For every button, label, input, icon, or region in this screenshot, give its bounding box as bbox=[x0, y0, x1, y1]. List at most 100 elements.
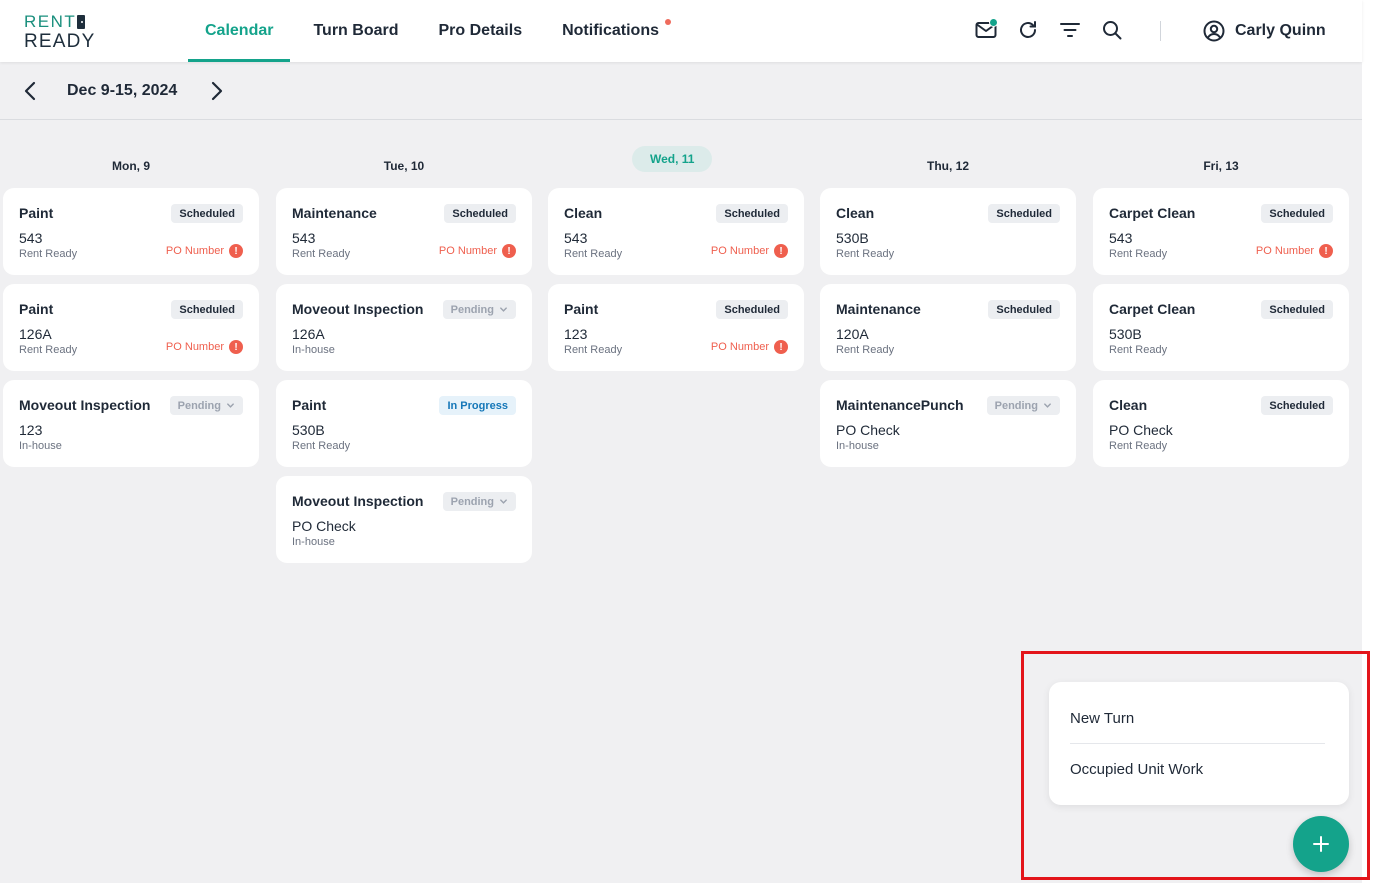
day-header: Mon, 9 bbox=[112, 159, 150, 173]
task-type: Rent Ready bbox=[1109, 344, 1168, 356]
task-card[interactable]: Clean 530B Rent Ready Scheduled bbox=[820, 188, 1076, 275]
rent-ready-logo[interactable]: RENT READY bbox=[24, 13, 95, 51]
po-number-warning[interactable]: PO Number! bbox=[166, 340, 243, 354]
task-card[interactable]: Carpet Clean 530B Rent Ready Scheduled bbox=[1093, 284, 1349, 371]
task-type: Rent Ready bbox=[1109, 248, 1168, 260]
unit-number: 543 bbox=[19, 230, 43, 246]
task-title: Paint bbox=[564, 301, 599, 317]
unit-number: 530B bbox=[1109, 326, 1142, 342]
task-card[interactable]: Maintenance 543 Rent Ready Scheduled PO Numb… bbox=[276, 188, 532, 275]
door-icon bbox=[77, 14, 86, 29]
task-title: Paint bbox=[19, 301, 54, 317]
task-type: Rent Ready bbox=[19, 344, 78, 356]
day-header: Thu, 12 bbox=[926, 159, 969, 173]
unit-number: PO Check bbox=[836, 422, 900, 438]
po-number-warning[interactable]: PO Number! bbox=[439, 244, 516, 258]
task-card[interactable]: Clean PO Check Rent Ready Scheduled bbox=[1093, 380, 1349, 467]
alert-icon: ! bbox=[1319, 244, 1333, 258]
user-menu[interactable]: Carly Quinn bbox=[1202, 19, 1326, 43]
status-label: Scheduled bbox=[452, 207, 508, 220]
tab-turn-board[interactable]: Turn Board bbox=[296, 0, 415, 62]
chevron-down-icon bbox=[500, 499, 507, 504]
po-number-warning[interactable]: PO Number! bbox=[166, 244, 243, 258]
mail-icon[interactable] bbox=[974, 18, 998, 42]
status-badge: Scheduled bbox=[171, 300, 243, 319]
notification-dot bbox=[664, 19, 671, 25]
po-number-warning[interactable]: PO Number! bbox=[711, 340, 788, 354]
task-card[interactable]: Paint 126A Rent Ready Scheduled PO Number! bbox=[3, 284, 259, 371]
status-label: Pending bbox=[450, 303, 494, 316]
task-type: In-house bbox=[292, 344, 335, 356]
po-number-label: PO Number bbox=[1255, 245, 1314, 257]
task-title: Clean bbox=[836, 205, 875, 221]
refresh-icon[interactable] bbox=[1016, 18, 1040, 42]
task-card[interactable]: Maintenance 120A Rent Ready Scheduled bbox=[820, 284, 1076, 371]
tab-notifications[interactable]: Notifications bbox=[545, 0, 681, 62]
status-badge: Scheduled bbox=[1261, 204, 1333, 223]
add-options-menu: New Turn Occupied Unit Work bbox=[1049, 682, 1349, 805]
unit-number: PO Check bbox=[1109, 422, 1173, 438]
calendar-area: Dec 9-15, 2024 Mon, 9 Paint 543 Rent Ready S… bbox=[0, 62, 1362, 883]
next-week-button[interactable] bbox=[205, 80, 227, 102]
status-badge: Scheduled bbox=[444, 204, 516, 223]
status-badge: Scheduled bbox=[1261, 396, 1333, 415]
search-icon[interactable] bbox=[1100, 18, 1124, 42]
status-badge[interactable]: Pending bbox=[442, 492, 516, 511]
day-header: Fri, 13 bbox=[1203, 159, 1239, 173]
task-card[interactable]: Paint 543 Rent Ready Scheduled PO Number! bbox=[3, 188, 259, 275]
task-card[interactable]: Paint 530B Rent Ready In Progress bbox=[276, 380, 532, 467]
task-card[interactable]: MaintenancePunch PO Check In-house Pending bbox=[820, 380, 1076, 467]
plus-icon bbox=[1313, 836, 1329, 852]
task-card[interactable]: Clean 543 Rent Ready Scheduled PO Number! bbox=[548, 188, 804, 275]
tab-notifications-label: Notifications bbox=[562, 22, 659, 39]
status-label: Scheduled bbox=[179, 207, 235, 220]
unit-number: 126A bbox=[292, 326, 325, 342]
header-divider bbox=[1160, 21, 1161, 41]
previous-week-button[interactable] bbox=[20, 80, 42, 102]
menu-divider bbox=[1070, 743, 1325, 744]
po-number-warning[interactable]: PO Number! bbox=[1256, 244, 1333, 258]
menu-item-new-turn[interactable]: New Turn bbox=[1070, 710, 1134, 727]
unit-number: 530B bbox=[836, 230, 869, 246]
po-number-warning[interactable]: PO Number! bbox=[711, 244, 788, 258]
task-title: Moveout Inspection bbox=[292, 301, 424, 317]
tab-calendar[interactable]: Calendar bbox=[188, 0, 291, 62]
unit-number: 530B bbox=[292, 422, 325, 438]
user-name: Carly Quinn bbox=[1235, 22, 1326, 39]
status-label: Scheduled bbox=[1269, 303, 1325, 316]
mail-badge bbox=[989, 18, 998, 27]
task-type: Rent Ready bbox=[836, 344, 895, 356]
task-card[interactable]: Moveout Inspection 123 In-house Pending bbox=[3, 380, 259, 467]
status-badge: Scheduled bbox=[1261, 300, 1333, 319]
status-label: Scheduled bbox=[724, 303, 780, 316]
task-type: Rent Ready bbox=[836, 248, 895, 260]
task-card[interactable]: Moveout Inspection PO Check In-house Pendin… bbox=[276, 476, 532, 563]
status-badge[interactable]: Pending bbox=[442, 300, 516, 319]
task-card[interactable]: Moveout Inspection 126A In-house Pending bbox=[276, 284, 532, 371]
task-title: Moveout Inspection bbox=[292, 493, 424, 509]
task-type: Rent Ready bbox=[1109, 440, 1168, 452]
task-title: Paint bbox=[19, 205, 54, 221]
user-avatar-icon bbox=[1203, 20, 1225, 42]
status-badge: Scheduled bbox=[988, 204, 1060, 223]
task-card[interactable]: Carpet Clean 543 Rent Ready Scheduled PO Num… bbox=[1093, 188, 1349, 275]
status-label: Scheduled bbox=[1269, 399, 1325, 412]
task-type: Rent Ready bbox=[564, 344, 623, 356]
status-badge[interactable]: Pending bbox=[986, 396, 1060, 415]
chevron-down-icon bbox=[500, 307, 507, 312]
task-title: Carpet Clean bbox=[1109, 205, 1196, 221]
day-header: Wed, 11 bbox=[632, 146, 713, 172]
unit-number: 543 bbox=[564, 230, 588, 246]
tab-pro-details[interactable]: Pro Details bbox=[422, 0, 540, 62]
menu-item-occupied-unit-work[interactable]: Occupied Unit Work bbox=[1070, 761, 1203, 778]
top-navigation-bar: RENT READY Calendar Turn Board Pro Detai… bbox=[0, 0, 1362, 62]
unit-number: 543 bbox=[1109, 230, 1133, 246]
task-card[interactable]: Paint 123 Rent Ready Scheduled PO Number! bbox=[548, 284, 804, 371]
status-badge: Scheduled bbox=[988, 300, 1060, 319]
logo-text-bottom: READY bbox=[24, 31, 96, 52]
status-label: Scheduled bbox=[724, 207, 780, 220]
add-button[interactable] bbox=[1293, 816, 1349, 872]
status-badge[interactable]: Pending bbox=[169, 396, 243, 415]
filter-icon[interactable] bbox=[1058, 18, 1082, 42]
alert-icon: ! bbox=[774, 244, 788, 258]
